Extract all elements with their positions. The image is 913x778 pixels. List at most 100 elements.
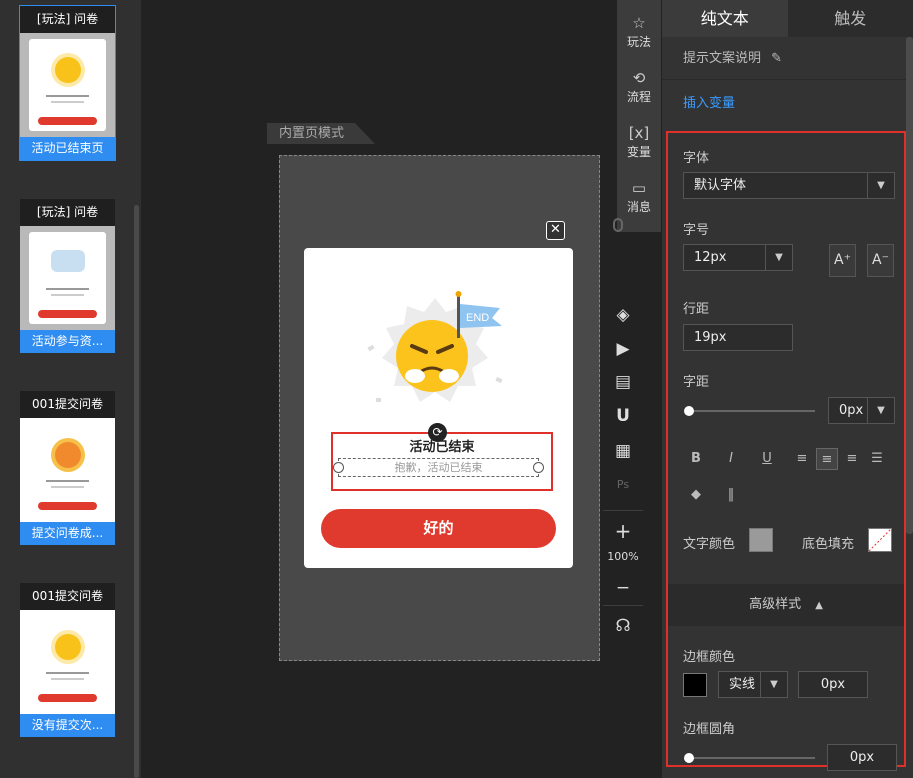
thumbnail-label: 活动参与资... [20,330,115,353]
letter-spacing-knob[interactable] [684,406,694,416]
canvas-mode-tab: 内置页模式 [267,123,375,144]
insert-variable-link[interactable]: 插入变量 [683,92,735,111]
bg-fill-swatch[interactable] [868,528,892,552]
vertical-spacing-icon[interactable]: ‖ [720,484,742,506]
border-radius-knob[interactable] [684,753,694,763]
border-style-select[interactable]: 实线 ▼ [718,671,788,698]
hint-row[interactable]: 提示文案说明 ✎ [662,37,913,80]
page-thumbnail[interactable]: [玩法] 问卷 活动已结束页 [19,5,116,161]
align-center-icon[interactable]: ≡ [816,448,838,470]
text-color-swatch[interactable] [749,528,773,552]
zoom-in-button[interactable]: + [610,520,636,542]
chevron-down-icon: ▼ [867,398,894,423]
page-thumbnail[interactable]: 001提交问卷 没有提交次... [20,583,115,737]
hint-label: 提示文案说明 [683,51,762,66]
chevron-down-icon: ▼ [760,672,787,697]
thumbnail-preview [20,418,115,522]
size-label: 字号 [683,223,710,238]
thumbnail-label: 活动已结束页 [20,137,115,160]
align-right-icon[interactable]: ≡ [841,448,863,470]
zoom-level: 100% [607,550,639,563]
edit-pencil-icon[interactable]: ✎ [771,51,782,66]
thumbnail-title: 001提交问卷 [20,391,115,418]
play-icon[interactable]: ▶ [610,338,636,360]
font-value: 默认字体 [694,178,747,193]
modal-close-button[interactable]: ✕ [546,221,565,240]
film-icon[interactable]: ▤ [610,371,636,393]
font-select[interactable]: 默认字体 ▼ [683,172,895,199]
line-height-input[interactable]: 19px [683,324,793,351]
page-thumbnail[interactable]: 001提交问卷 提交问卷成... [20,391,115,545]
eraser-icon[interactable]: ◆ [685,484,707,506]
letter-spacing-value: 0px [839,403,864,418]
tab-trigger[interactable]: 触发 [787,0,913,37]
thumbnail-title: [玩法] 问卷 [20,199,115,226]
align-left-icon[interactable]: ≡ [791,448,813,470]
tool-game[interactable]: ☆ 玩法 [617,0,661,55]
grid-icon[interactable]: ▦ [610,440,636,462]
chevron-down-icon: ▼ [765,245,792,270]
border-width-input[interactable]: 0px [798,671,868,698]
tool-variable[interactable]: [x] 变量 [617,110,661,165]
advanced-style-label: 高级样式 [749,597,802,612]
bg-fill-label: 底色填充 [802,537,855,552]
zoom-out-button[interactable]: − [610,577,636,599]
caret-up-icon: ▲ [815,600,823,611]
thumbnail-preview [20,610,115,714]
modal-subtitle[interactable]: 抱歉，活动已结束 [338,458,539,477]
thumbnail-scrollbar[interactable] [134,205,139,778]
resize-handle-left[interactable] [333,462,344,473]
underline-button[interactable]: U [756,448,778,470]
border-radius-input[interactable]: 0px [827,744,897,771]
letter-spacing-label: 字距 [683,375,710,390]
magnet-icon[interactable]: U [610,405,636,427]
variable-icon: [x] [628,124,650,142]
resize-handle-right[interactable] [533,462,544,473]
text-color-label: 文字颜色 [683,537,736,552]
increase-font-button[interactable]: A⁺ [829,244,856,277]
tool-label: 消息 [626,200,651,214]
ok-button[interactable]: 好的 [321,509,556,548]
advanced-style-toggle[interactable]: 高级样式 ▲ [668,584,904,626]
border-radius-slider[interactable] [689,757,815,759]
border-color-swatch[interactable] [683,673,707,697]
panel-tabs: 纯文本 触发 [662,0,913,37]
tool-flow[interactable]: ⟲ 流程 [617,55,661,110]
tool-message[interactable]: ▭ 消息 [617,165,661,220]
border-color-label: 边框颜色 [683,650,736,665]
letter-spacing-select[interactable]: 0px ▼ [828,397,895,424]
italic-button[interactable]: I [720,448,742,470]
toolbar-divider [603,605,643,606]
border-style-value: 实线 [729,677,756,692]
layers-icon[interactable]: ◈ [610,304,636,326]
headset-icon[interactable]: ☊ [610,615,636,637]
rotate-handle-icon[interactable]: ⟳ [428,423,447,442]
tool-label: 变量 [626,145,651,159]
thumbnail-label: 提交问卷成... [20,522,115,545]
tool-label: 玩法 [626,35,651,49]
flag-text: END [466,312,489,324]
font-label: 字体 [683,151,710,166]
bold-button[interactable]: B [685,448,707,470]
photoshop-icon[interactable]: Ps [610,474,636,496]
line-height-label: 行距 [683,302,710,317]
collapse-toggle-icon[interactable] [613,218,623,232]
tab-plain-text[interactable]: 纯文本 [662,0,788,37]
page-thumbnail[interactable]: [玩法] 问卷 活动参与资... [20,199,115,353]
thumbnail-title: 001提交问卷 [20,583,115,610]
thumbnail-preview [20,226,115,330]
panel-scrollbar[interactable] [906,37,913,534]
game-icon: ☆ [632,14,646,32]
decrease-font-button[interactable]: A⁻ [867,244,894,277]
message-icon: ▭ [631,179,647,197]
font-size-select[interactable]: 12px ▼ [683,244,793,271]
flow-icon: ⟲ [632,69,646,87]
top-tool-strip: ☆ 玩法 ⟲ 流程 [x] 变量 ▭ 消息 [617,0,661,232]
toolbar-divider [603,510,643,511]
align-justify-icon[interactable]: ☰ [866,448,888,470]
angry-sun-illustration: END [367,291,503,402]
thumbnail-label: 没有提交次... [20,714,115,737]
font-size-value: 12px [694,250,727,265]
letter-spacing-slider[interactable] [689,410,815,412]
transparent-swatch-icon [868,528,892,552]
